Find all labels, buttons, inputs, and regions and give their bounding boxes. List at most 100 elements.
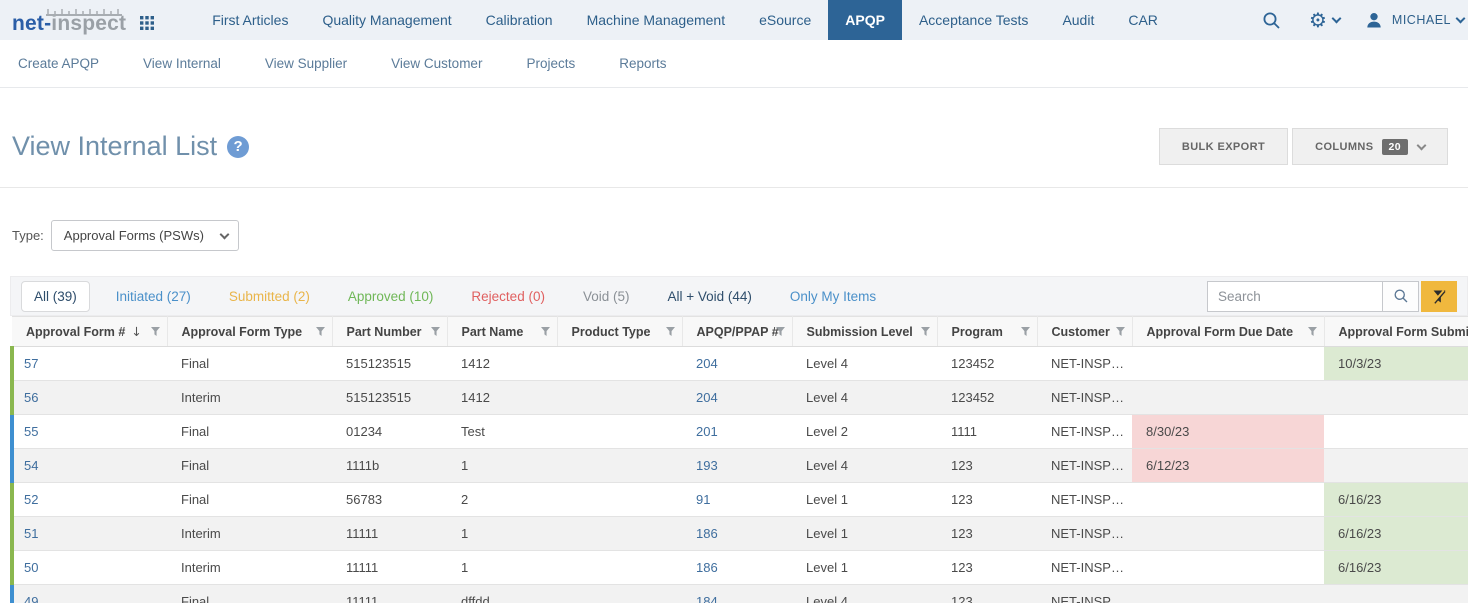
column-header-approval-form-submitted[interactable]: Approval Form Submitted bbox=[1324, 317, 1468, 347]
cell-part_name: 1 bbox=[447, 551, 557, 585]
cell-program: 1111 bbox=[937, 415, 1037, 449]
cell-due_date bbox=[1132, 381, 1324, 415]
search-input[interactable] bbox=[1207, 281, 1382, 312]
cell-apqp_ppap[interactable]: 204 bbox=[682, 381, 792, 415]
column-filter-funnel-icon[interactable] bbox=[666, 327, 675, 336]
type-select[interactable]: Approval Forms (PSWs) bbox=[51, 220, 239, 251]
column-filter-funnel-icon[interactable] bbox=[1308, 327, 1317, 336]
cell-part_name: 1412 bbox=[447, 381, 557, 415]
column-filter-funnel-icon[interactable] bbox=[776, 327, 785, 336]
net-inspect-logo: net-inspect bbox=[12, 7, 126, 34]
topnav-item-car[interactable]: CAR bbox=[1111, 0, 1175, 40]
column-header-approval-form[interactable]: Approval Form #↓ bbox=[12, 317, 167, 347]
cell-part_name: 1412 bbox=[447, 347, 557, 381]
cell-form_type: Interim bbox=[167, 551, 332, 585]
cell-apqp_ppap[interactable]: 201 bbox=[682, 415, 792, 449]
columns-button[interactable]: COLUMNS 20 bbox=[1292, 128, 1448, 165]
cell-apqp_ppap[interactable]: 91 bbox=[682, 483, 792, 517]
cell-customer: NET-INSPEC... bbox=[1037, 585, 1132, 603]
subnav-item-create-apqp[interactable]: Create APQP bbox=[18, 56, 99, 71]
cell-apqp_ppap[interactable]: 186 bbox=[682, 551, 792, 585]
status-tab-initiated-27[interactable]: Initiated (27) bbox=[104, 282, 203, 311]
column-filter-funnel-icon[interactable] bbox=[1021, 327, 1030, 336]
topnav-item-quality-management[interactable]: Quality Management bbox=[305, 0, 468, 40]
column-header-part-number[interactable]: Part Number bbox=[332, 317, 447, 347]
column-filter-funnel-icon[interactable] bbox=[1116, 327, 1125, 336]
cell-part_number: 11111 bbox=[332, 551, 447, 585]
topnav-item-acceptance-tests[interactable]: Acceptance Tests bbox=[902, 0, 1045, 40]
cell-customer: NET-INSPEC... bbox=[1037, 517, 1132, 551]
cell-part_number: 11111 bbox=[332, 585, 447, 603]
topnav-item-audit[interactable]: Audit bbox=[1045, 0, 1111, 40]
approval-forms-table: Approval Form #↓Approval Form TypePart N… bbox=[10, 316, 1468, 603]
cell-form_number[interactable]: 52 bbox=[12, 483, 167, 517]
settings-gear-icon[interactable]: ⚙ bbox=[1309, 8, 1327, 32]
bulk-export-button[interactable]: BULK EXPORT bbox=[1159, 128, 1288, 165]
title-row: View Internal List ? BULK EXPORT COLUMNS… bbox=[0, 88, 1468, 165]
cell-form_number[interactable]: 50 bbox=[12, 551, 167, 585]
column-header-product-type[interactable]: Product Type bbox=[557, 317, 682, 347]
columns-count-badge: 20 bbox=[1382, 139, 1408, 155]
column-header-submission-level[interactable]: Submission Level bbox=[792, 317, 937, 347]
cell-apqp_ppap[interactable]: 204 bbox=[682, 347, 792, 381]
status-tab-all-void-44[interactable]: All + Void (44) bbox=[656, 282, 764, 311]
cell-form_number[interactable]: 54 bbox=[12, 449, 167, 483]
column-filter-funnel-icon[interactable] bbox=[541, 327, 550, 336]
table-row-form-50: 50Interim111111186Level 1123NET-INSPEC..… bbox=[12, 551, 1468, 585]
cell-form_number[interactable]: 57 bbox=[12, 347, 167, 381]
column-filter-funnel-icon[interactable] bbox=[316, 327, 325, 336]
search-icon[interactable] bbox=[1262, 11, 1281, 30]
column-header-part-name[interactable]: Part Name bbox=[447, 317, 557, 347]
status-tab-void-5[interactable]: Void (5) bbox=[571, 282, 642, 311]
help-icon[interactable]: ? bbox=[227, 136, 249, 158]
topnav-item-apqp[interactable]: APQP bbox=[828, 0, 902, 40]
cell-submitted bbox=[1324, 585, 1468, 603]
cell-apqp_ppap[interactable]: 193 bbox=[682, 449, 792, 483]
cell-form_type: Final bbox=[167, 585, 332, 603]
settings-chevron-down-icon[interactable] bbox=[1331, 14, 1341, 24]
cell-part_name: 1 bbox=[447, 449, 557, 483]
subnav-item-view-customer[interactable]: View Customer bbox=[391, 56, 482, 71]
user-avatar-icon[interactable] bbox=[1364, 10, 1384, 30]
topnav-item-esource[interactable]: eSource bbox=[742, 0, 828, 40]
column-header-approval-form-due-date[interactable]: Approval Form Due Date bbox=[1132, 317, 1324, 347]
status-tab-only-my-items[interactable]: Only My Items bbox=[778, 282, 888, 311]
cell-program: 123 bbox=[937, 483, 1037, 517]
topnav-item-machine-management[interactable]: Machine Management bbox=[570, 0, 743, 40]
column-filter-funnel-icon[interactable] bbox=[431, 327, 440, 336]
status-tab-rejected-0[interactable]: Rejected (0) bbox=[459, 282, 557, 311]
clear-filters-button[interactable] bbox=[1421, 281, 1457, 312]
topnav-item-calibration[interactable]: Calibration bbox=[469, 0, 570, 40]
column-filter-funnel-icon[interactable] bbox=[921, 327, 930, 336]
cell-form_type: Final bbox=[167, 415, 332, 449]
subnav-item-view-supplier[interactable]: View Supplier bbox=[265, 56, 347, 71]
subnav-item-reports[interactable]: Reports bbox=[619, 56, 666, 71]
cell-apqp_ppap[interactable]: 186 bbox=[682, 517, 792, 551]
cell-form_number[interactable]: 49 bbox=[12, 585, 167, 603]
brand[interactable]: net-inspect bbox=[0, 0, 181, 40]
column-filter-funnel-icon[interactable] bbox=[151, 327, 160, 336]
bulk-export-label: BULK EXPORT bbox=[1182, 141, 1265, 153]
table-row-form-49: 49Final11111dffdd184Level 4123NET-INSPEC… bbox=[12, 585, 1468, 603]
username-menu[interactable]: MICHAEL bbox=[1392, 13, 1464, 27]
search-button[interactable] bbox=[1382, 281, 1419, 312]
topnav-item-first-articles[interactable]: First Articles bbox=[195, 0, 305, 40]
cell-apqp_ppap[interactable]: 184 bbox=[682, 585, 792, 603]
cell-form_number[interactable]: 55 bbox=[12, 415, 167, 449]
column-header-customer[interactable]: Customer bbox=[1037, 317, 1132, 347]
status-tab-all-39[interactable]: All (39) bbox=[21, 281, 90, 312]
column-header-approval-form-type[interactable]: Approval Form Type bbox=[167, 317, 332, 347]
subnav-item-projects[interactable]: Projects bbox=[526, 56, 575, 71]
apps-grid-icon[interactable] bbox=[140, 16, 154, 30]
username-label: MICHAEL bbox=[1392, 13, 1451, 27]
cell-part_number: 515123515 bbox=[332, 381, 447, 415]
status-tab-submitted-2[interactable]: Submitted (2) bbox=[217, 282, 322, 311]
status-tab-approved-10[interactable]: Approved (10) bbox=[336, 282, 446, 311]
cell-part_name: dffdd bbox=[447, 585, 557, 603]
column-header-program[interactable]: Program bbox=[937, 317, 1037, 347]
subnav-item-view-internal[interactable]: View Internal bbox=[143, 56, 221, 71]
cell-form_number[interactable]: 56 bbox=[12, 381, 167, 415]
column-header-apqp-ppap[interactable]: APQP/PPAP # bbox=[682, 317, 792, 347]
cell-product_type bbox=[557, 381, 682, 415]
cell-form_number[interactable]: 51 bbox=[12, 517, 167, 551]
